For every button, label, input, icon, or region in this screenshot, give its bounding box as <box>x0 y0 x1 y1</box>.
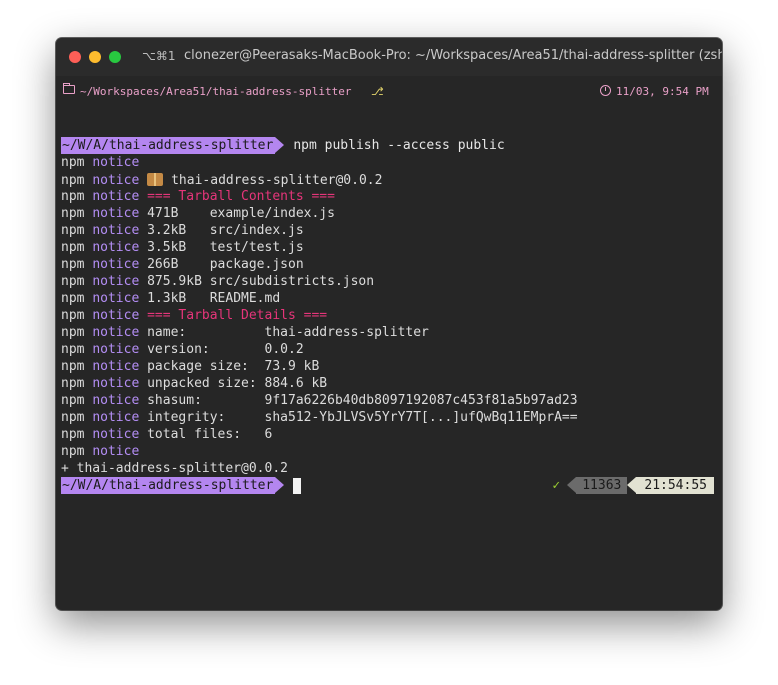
npm-label: npm <box>61 189 85 204</box>
log-level: notice <box>92 444 140 459</box>
terminal-pane[interactable]: ~/Workspaces/Area51/thai-address-splitte… <box>61 76 717 610</box>
npm-label: npm <box>61 444 85 459</box>
npm-label: npm <box>61 308 85 323</box>
package-icon <box>147 173 164 186</box>
output-text: total files: 6 <box>147 427 273 442</box>
npm-label: npm <box>61 223 85 238</box>
log-level: notice <box>92 240 140 255</box>
log-level: notice <box>92 155 140 170</box>
log-level: notice <box>92 342 140 357</box>
output-text: integrity: sha512-YbJLVSv5YrY7T[...]ufQw… <box>147 410 578 425</box>
log-level: notice <box>92 427 140 442</box>
close-window-button[interactable] <box>69 51 81 63</box>
npm-label: npm <box>61 257 85 272</box>
log-level: notice <box>92 291 140 306</box>
output-line: npm notice 266B package.json <box>61 256 717 273</box>
folder-icon <box>63 83 75 94</box>
log-level: notice <box>92 274 140 289</box>
output-text: package size: 73.9 kB <box>147 359 320 374</box>
log-level: notice <box>92 410 140 425</box>
output-line: npm notice === Tarball Contents === <box>61 188 717 205</box>
output-line: npm notice total files: 6 <box>61 426 717 443</box>
output-line: npm notice package size: 73.9 kB <box>61 358 717 375</box>
output-text: thai-address-splitter@0.0.2 <box>171 173 383 188</box>
npm-label: npm <box>61 291 85 306</box>
output-text: name: thai-address-splitter <box>147 325 429 340</box>
output-line: npm notice 875.9kB src/subdistricts.json <box>61 273 717 290</box>
command-text: npm publish --access public <box>293 138 505 153</box>
output-text: version: 0.0.2 <box>147 342 304 357</box>
text-cursor[interactable] <box>293 478 302 494</box>
current-directory: ~/Workspaces/Area51/thai-address-splitte… <box>80 85 352 98</box>
section-heading: === Tarball Details === <box>147 308 328 323</box>
output-line: npm notice name: thai-address-splitter <box>61 324 717 341</box>
right-prompt: ✓ 11363 21:54:55 <box>552 477 714 494</box>
success-check-icon: ✓ <box>552 478 561 493</box>
output-text: 266B package.json <box>147 257 304 272</box>
output-text: 875.9kB src/subdistricts.json <box>147 274 375 289</box>
log-level: notice <box>92 173 140 188</box>
terminal-window: ⌥⌘1 clonezer@Peerasaks-MacBook-Pro: ~/Wo… <box>56 38 722 610</box>
log-level: notice <box>92 308 140 323</box>
npm-label: npm <box>61 376 85 391</box>
npm-label: npm <box>61 359 85 374</box>
npm-label: npm <box>61 410 85 425</box>
maximize-window-button[interactable] <box>109 51 121 63</box>
date-time: 11/03, 9:54 PM <box>616 85 709 98</box>
npm-label: npm <box>61 325 85 340</box>
output-line: npm notice 3.2kB src/index.js <box>61 222 717 239</box>
npm-label: npm <box>61 240 85 255</box>
output-text: 471B example/index.js <box>147 206 335 221</box>
section-heading: === Tarball Contents === <box>147 189 335 204</box>
log-level: notice <box>92 393 140 408</box>
log-level: notice <box>92 206 140 221</box>
npm-label: npm <box>61 206 85 221</box>
prompt-path: ~/W/A/thai-address-splitter <box>61 137 285 154</box>
minimize-window-button[interactable] <box>89 51 101 63</box>
output-text: shasum: 9f17a6226b40db8097192087c453f81a… <box>147 393 578 408</box>
log-level: notice <box>92 257 140 272</box>
npm-label: npm <box>61 155 85 170</box>
window-title: clonezer@Peerasaks-MacBook-Pro: ~/Worksp… <box>184 48 722 63</box>
status-line: ~/Workspaces/Area51/thai-address-splitte… <box>61 81 717 101</box>
npm-label: npm <box>61 393 85 408</box>
output-line: npm notice integrity: sha512-YbJLVSv5YrY… <box>61 409 717 426</box>
output-line: npm notice <box>61 443 717 460</box>
terminal-output: ~/W/A/thai-address-splitter npm publish -… <box>61 137 717 494</box>
output-text: 3.5kB test/test.js <box>147 240 304 255</box>
output-line: npm notice shasum: 9f17a6226b40db8097192… <box>61 392 717 409</box>
publish-result: + thai-address-splitter@0.0.2 <box>61 461 288 476</box>
output-line: npm notice === Tarball Details === <box>61 307 717 324</box>
output-line: npm notice <box>61 154 717 171</box>
git-branch-icon: ⎇ <box>371 85 384 98</box>
output-line: npm notice 3.5kB test/test.js <box>61 239 717 256</box>
title-bar: ⌥⌘1 clonezer@Peerasaks-MacBook-Pro: ~/Wo… <box>56 38 722 76</box>
npm-label: npm <box>61 427 85 442</box>
output-line: npm notice unpacked size: 884.6 kB <box>61 375 717 392</box>
prompt-clock: 21:54:55 <box>627 477 714 494</box>
npm-label: npm <box>61 342 85 357</box>
log-level: notice <box>92 189 140 204</box>
output-text: 3.2kB src/index.js <box>147 223 304 238</box>
tab-shortcut: ⌥⌘1 <box>142 49 176 63</box>
active-prompt-line: ~/W/A/thai-address-splitter ✓ 11363 21:54:5… <box>61 477 717 494</box>
output-line: npm notice version: 0.0.2 <box>61 341 717 358</box>
history-number: 11363 <box>567 477 628 494</box>
npm-label: npm <box>61 274 85 289</box>
output-line: npm notice 1.3kB README.md <box>61 290 717 307</box>
output-text: unpacked size: 884.6 kB <box>147 376 328 391</box>
log-level: notice <box>92 359 140 374</box>
clock-icon <box>600 85 611 96</box>
npm-label: npm <box>61 173 85 188</box>
log-level: notice <box>92 223 140 238</box>
log-level: notice <box>92 325 140 340</box>
output-line: npm notice thai-address-splitter@0.0.2 <box>61 171 717 188</box>
output-text: 1.3kB README.md <box>147 291 281 306</box>
prompt-path: ~/W/A/thai-address-splitter <box>61 477 285 494</box>
prompt-line: ~/W/A/thai-address-splitter npm publish -… <box>61 137 717 154</box>
output-line: npm notice 471B example/index.js <box>61 205 717 222</box>
log-level: notice <box>92 376 140 391</box>
